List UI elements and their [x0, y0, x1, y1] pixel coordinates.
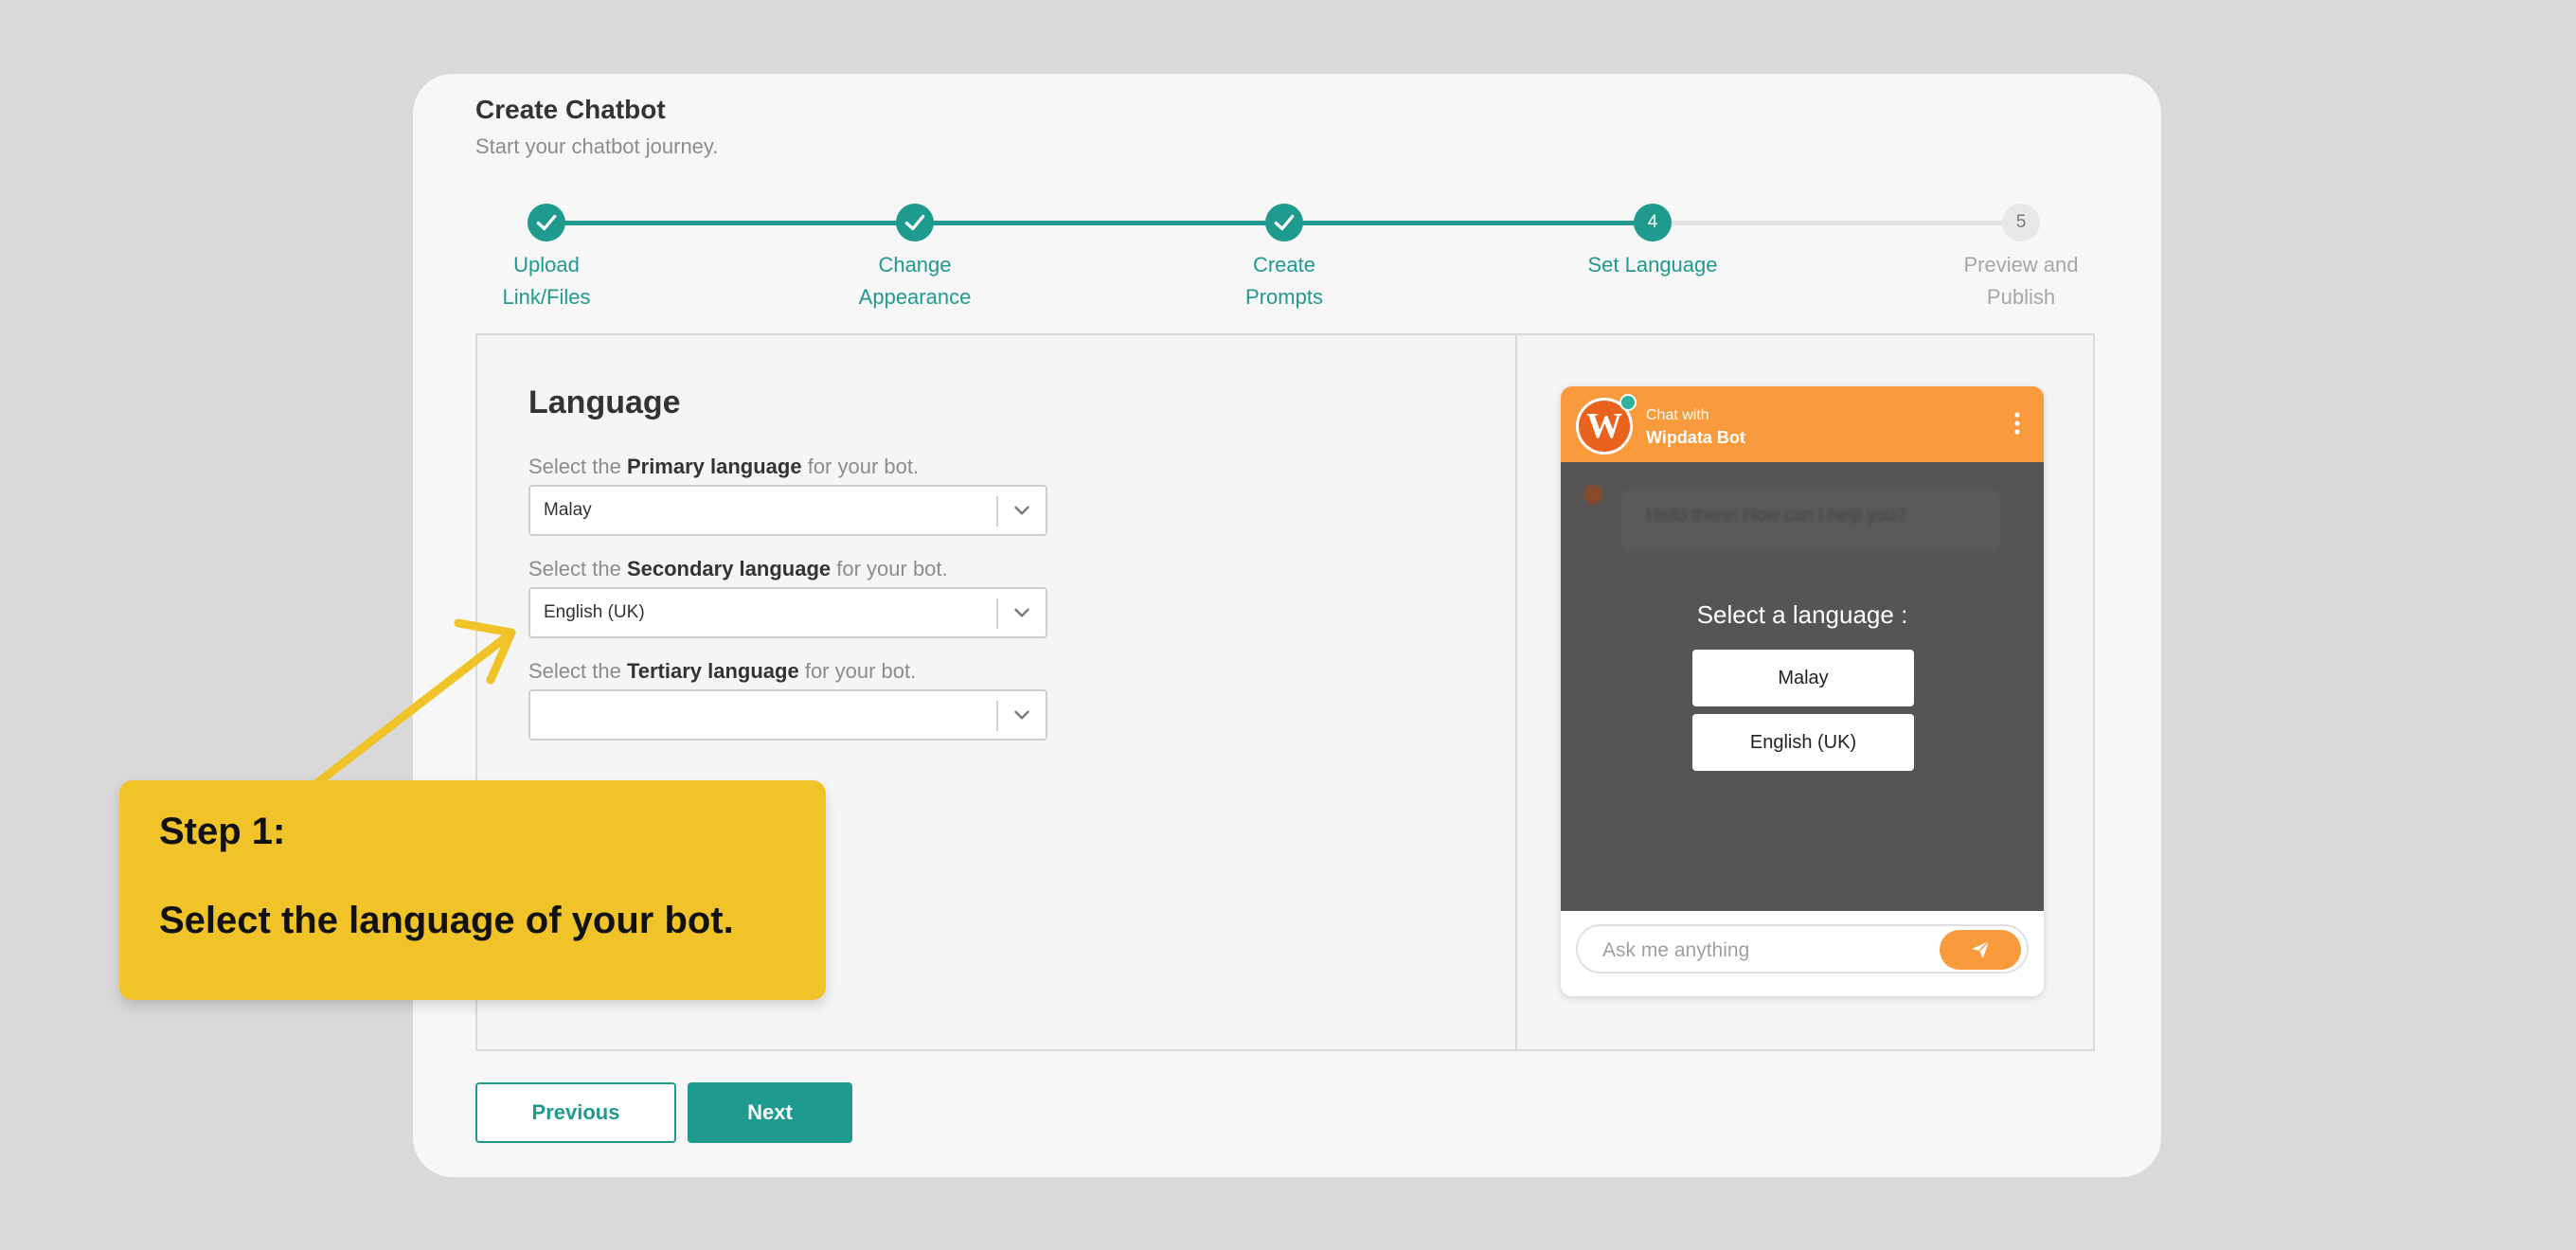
tertiary-label-prefix: Select the [528, 659, 627, 683]
step-4-label[interactable]: Set Language [1548, 249, 1757, 281]
step-2-label-line1: Change [878, 253, 952, 277]
step-1-label[interactable]: Upload Link/Files [442, 249, 651, 313]
chat-input-placeholder: Ask me anything [1602, 939, 1750, 961]
primary-language-select[interactable]: Malay [528, 485, 1047, 536]
send-icon [1971, 940, 1990, 959]
bot-name: Wipdata Bot [1646, 428, 1745, 447]
chevron-down-icon[interactable] [1010, 498, 1034, 523]
next-button[interactable]: Next [688, 1082, 852, 1143]
step-callout: Step 1: Select the language of your bot. [119, 780, 826, 1000]
greeting-message: Hello there! How can I help you? [1646, 506, 1906, 526]
secondary-language-select[interactable]: English (UK) [528, 587, 1047, 638]
step-5-label-line1: Preview and [1963, 253, 2079, 277]
step-3-check-icon [1265, 204, 1303, 241]
tertiary-language-select[interactable] [528, 689, 1047, 741]
create-chatbot-card: Create Chatbot Start your chatbot journe… [413, 74, 2161, 1177]
chevron-down-icon[interactable] [1010, 600, 1034, 625]
panel-divider [1515, 335, 1517, 1049]
chat-preview-widget: W Chat with Wipdata Bot Hello there! How… [1561, 386, 2044, 996]
chevron-down-icon[interactable] [1010, 703, 1034, 727]
secondary-language-label: Select the Secondary language for your b… [528, 557, 948, 581]
step-5-label[interactable]: Preview and Publish [1917, 249, 2125, 313]
step-2-label-line2: Appearance [858, 285, 972, 309]
select-separator [996, 496, 998, 527]
primary-label-prefix: Select the [528, 455, 627, 478]
tertiary-label-bold: Tertiary language [626, 659, 799, 683]
callout-instruction: Select the language of your bot. [159, 900, 734, 941]
chat-input[interactable]: Ask me anything [1576, 924, 2029, 973]
step-4-label-line1: Set Language [1587, 253, 1718, 277]
secondary-language-value: English (UK) [544, 602, 645, 622]
progress-stepper: 4 5 Upload Link/Files Change Appearance … [413, 74, 2161, 320]
callout-step-title: Step 1: [159, 811, 286, 852]
select-language-title: Select a language : [1696, 600, 1908, 629]
language-option-malay[interactable]: Malay [1692, 650, 1914, 706]
send-button[interactable] [1940, 930, 2021, 970]
primary-label-bold: Primary language [626, 455, 802, 478]
step-5-label-line2: Publish [1986, 285, 2056, 309]
bot-avatar-icon [1583, 485, 1602, 504]
primary-language-label: Select the Primary language for your bot… [528, 455, 919, 479]
step-1-label-line1: Upload [513, 253, 580, 277]
chat-header: W Chat with Wipdata Bot [1561, 386, 2044, 462]
select-separator [996, 701, 998, 731]
secondary-label-bold: Secondary language [626, 557, 832, 580]
select-separator [996, 598, 998, 629]
language-option-english-uk[interactable]: English (UK) [1692, 714, 1914, 771]
previous-button[interactable]: Previous [475, 1082, 676, 1143]
step-3-label[interactable]: Create Prompts [1180, 249, 1388, 313]
chat-body: Hello there! How can I help you? Select … [1561, 462, 2044, 911]
step-2-check-icon [896, 204, 934, 241]
chat-footer: Ask me anything [1561, 911, 2044, 996]
step-3-label-line1: Create [1252, 253, 1316, 277]
stepper-remaining-line [1654, 221, 2021, 225]
step-1-check-icon [528, 204, 565, 241]
step-1-label-line2: Link/Files [502, 285, 591, 309]
chat-with-label: Chat with [1646, 407, 1709, 423]
secondary-label-suffix: for your bot. [831, 557, 948, 580]
stepper-progress-line [547, 221, 1654, 225]
tertiary-language-label: Select the Tertiary language for your bo… [528, 659, 916, 684]
kebab-menu-icon[interactable] [2013, 409, 2021, 438]
secondary-label-prefix: Select the [528, 557, 627, 580]
primary-language-value: Malay [544, 500, 592, 520]
language-title: Language [528, 384, 681, 420]
step-3-label-line2: Prompts [1245, 285, 1323, 309]
step-5-number: 5 [2002, 204, 2040, 241]
step-4-number: 4 [1634, 204, 1672, 241]
online-status-dot [1619, 394, 1637, 411]
primary-label-suffix: for your bot. [801, 455, 920, 478]
step-2-label[interactable]: Change Appearance [811, 249, 1019, 313]
tertiary-label-suffix: for your bot. [798, 659, 917, 683]
